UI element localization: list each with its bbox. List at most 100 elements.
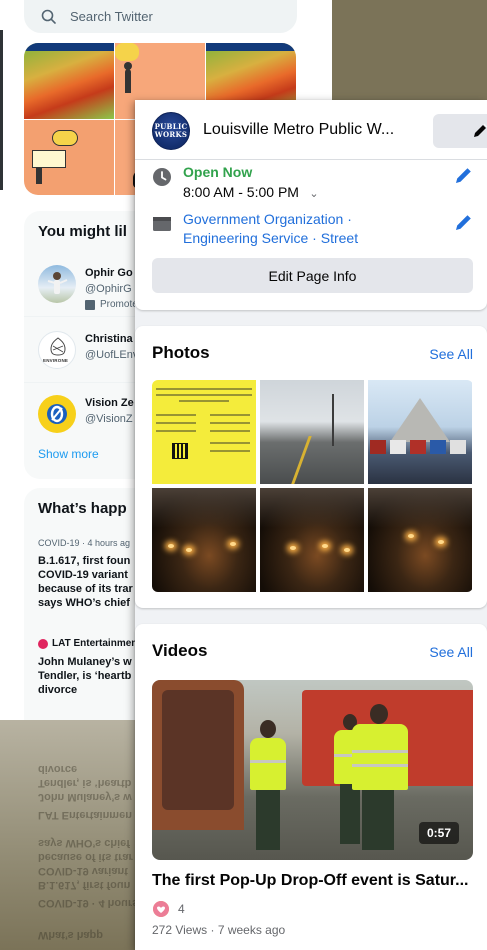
reflection-line: divorce: [38, 763, 78, 775]
twitter-left-edge: [0, 0, 22, 720]
reflection-line: Tendler, is ‘heartb: [38, 777, 132, 789]
worker-legs: [362, 790, 394, 850]
flyer-text-line: [156, 414, 196, 416]
videos-title: Videos: [152, 641, 208, 660]
search-icon: [40, 8, 58, 26]
flyer-text-line: [210, 442, 250, 444]
road-line: [291, 436, 312, 484]
page-name[interactable]: Louisville Metro Public W...: [203, 121, 394, 139]
edge-divider: [0, 30, 3, 190]
twitter-search-box[interactable]: [24, 0, 297, 33]
safety-vest: [250, 738, 286, 790]
video-reactions[interactable]: 4: [152, 900, 185, 918]
reaction-count: 4: [178, 902, 185, 916]
reflective-stripe: [352, 750, 408, 753]
reflection-line: COVID-19 variant: [38, 865, 128, 877]
avatar[interactable]: ENVIRONE: [38, 331, 76, 369]
reflection-line: LAT Entertainmen: [38, 809, 132, 821]
light-glow: [230, 542, 236, 546]
infographic-image: [24, 120, 114, 195]
edit-page-button[interactable]: [433, 114, 487, 148]
person-figure: [124, 62, 132, 93]
videos-see-all-link[interactable]: See All: [429, 644, 473, 660]
flyer-text-line: [156, 422, 196, 424]
reflective-stripe: [352, 764, 408, 767]
flyer-text-line: [156, 394, 252, 396]
avatar[interactable]: [38, 265, 76, 303]
utility-pole: [332, 394, 334, 446]
source-avatar-icon: [38, 638, 48, 649]
worker-figure: [248, 720, 288, 860]
page-info-card: PUBLIC WORKS Louisville Metro Public W..…: [135, 100, 487, 310]
truck-shape: [390, 440, 406, 454]
photo-thumbnail[interactable]: [152, 488, 256, 592]
who-to-follow-title: You might lil: [38, 223, 127, 240]
trend-headline[interactable]: John Mulaney’s w Tendler, is ‘heartb div…: [38, 655, 132, 697]
video-duration: 0:57: [418, 822, 459, 844]
reflection-line: because of its trar: [38, 851, 133, 863]
photo-thumbnail[interactable]: [260, 488, 364, 592]
truck-rear: [152, 680, 244, 830]
pencil-icon[interactable]: [453, 166, 473, 186]
videos-card: Videos See All 0:57 The first Pop-Up Dro…: [135, 624, 487, 950]
suggestion-name[interactable]: Christina: [85, 333, 133, 345]
category-link[interactable]: Engineering Service · Street: [183, 230, 358, 246]
hours-status: Open Now: [183, 164, 253, 180]
pencil-icon[interactable]: [453, 213, 473, 233]
reflection-line: What’s happ: [38, 929, 103, 941]
search-input[interactable]: [70, 9, 270, 24]
cave-ceiling: [368, 488, 472, 528]
truck-shape: [370, 440, 386, 454]
salt-dome: [390, 398, 450, 442]
photo-grid: [152, 380, 473, 592]
photo-thumbnail[interactable]: [152, 380, 256, 484]
light-glow: [322, 544, 328, 548]
video-title[interactable]: The first Pop-Up Drop-Off event is Satur…: [152, 872, 468, 890]
car-shape: [52, 130, 78, 146]
logo-text: WORKS: [154, 130, 188, 139]
category-icon: [153, 217, 171, 231]
cave-ceiling: [152, 488, 256, 528]
facebook-page-panel: PUBLIC WORKS Louisville Metro Public W..…: [135, 100, 487, 950]
promoted-label: Promote: [85, 299, 138, 310]
flyer-text-line: [179, 400, 229, 402]
suggestion-handle: @OphirG: [85, 283, 132, 295]
qr-code-image: [172, 443, 188, 459]
hours-range-row[interactable]: 8:00 AM - 5:00 PM ⌄: [183, 184, 319, 202]
trend-meta: COVID-19 · 4 hours ag: [38, 538, 131, 548]
worker-head: [260, 720, 276, 738]
flyer-text-line: [210, 422, 250, 424]
photos-card: Photos See All: [135, 326, 487, 608]
photo-thumbnail[interactable]: [368, 488, 472, 592]
truck-shape: [410, 440, 426, 454]
trend-source[interactable]: LAT Entertainmen: [38, 638, 137, 649]
car-shape: [115, 43, 139, 61]
category-link[interactable]: Government Organization ·: [183, 211, 352, 227]
promoted-icon: [85, 299, 95, 310]
avatar[interactable]: [38, 395, 76, 433]
light-glow: [186, 548, 192, 552]
hours-range: 8:00 AM - 5:00 PM: [183, 184, 299, 200]
chevron-down-icon[interactable]: ⌄: [309, 187, 318, 200]
suggestion-name[interactable]: Vision Ze: [85, 397, 134, 409]
flyer-text-line: [156, 430, 196, 432]
video-meta: 272 Views · 7 weeks ago: [152, 923, 286, 937]
video-thumbnail[interactable]: 0:57: [152, 680, 473, 860]
suggestion-name[interactable]: Ophir Go: [85, 267, 133, 279]
info-box: [32, 150, 66, 168]
photo-thumbnail[interactable]: [260, 380, 364, 484]
worker-legs: [256, 790, 280, 850]
photos-see-all-link[interactable]: See All: [429, 346, 473, 362]
reflective-stripe: [250, 760, 286, 763]
trend-headline[interactable]: B.1.617, first foun COVID-19 variant bec…: [38, 554, 133, 610]
trend-source-name: LAT Entertainmen: [52, 638, 138, 649]
light-glow: [438, 540, 444, 544]
page-logo[interactable]: PUBLIC WORKS: [152, 112, 190, 150]
light-glow: [344, 548, 350, 552]
worker-figure: [348, 704, 412, 854]
photo-thumbnail[interactable]: [368, 380, 472, 484]
show-more-link[interactable]: Show more: [38, 447, 99, 461]
screen-reflection: What’s happ COVID-19 · 4 hours ag B.1.61…: [0, 720, 140, 950]
flyer-text-line: [210, 430, 250, 432]
edit-page-info-button[interactable]: Edit Page Info: [152, 258, 473, 293]
